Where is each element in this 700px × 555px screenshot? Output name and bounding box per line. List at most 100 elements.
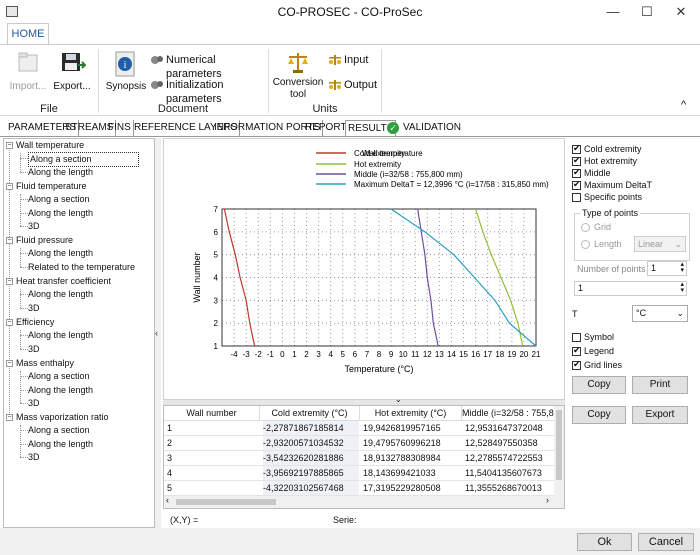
collapse-icon[interactable]: − [6,360,13,367]
tab-home[interactable]: HOME [7,23,49,45]
table-cell[interactable]: 12,9531647372048 [465,421,553,435]
tree-item-3d[interactable]: 3D [28,302,40,315]
number-of-points-input[interactable]: 1 ▴ ▾ [647,261,687,276]
ok-button[interactable]: Ok [577,533,632,551]
table-export-button[interactable]: Export [632,406,688,424]
scrollbar-thumb[interactable] [556,410,562,480]
chart-print-button[interactable]: Print [632,376,688,394]
maximum-deltat-checkbox[interactable] [572,179,581,190]
specific-points-checkbox[interactable] [572,193,581,202]
hot-extremity-checkbox[interactable] [572,155,581,166]
tree-item-along-length[interactable]: Along the length [28,207,93,220]
collapse-icon[interactable]: − [6,278,13,285]
interpolation-select[interactable]: Linear ⌄ [634,236,686,252]
results-table[interactable]: Wall number Cold extremity (°C) Hot extr… [163,405,565,509]
table-cell[interactable]: 12,528497550358 [465,436,553,450]
table-cell[interactable]: -2,93200571034532 [263,436,359,450]
column-header[interactable]: Hot extremity (°C) [360,406,462,421]
grid-lines-checkbox[interactable] [572,359,581,370]
length-radio[interactable] [581,240,590,249]
chevron-down-icon[interactable]: ⌄ [395,395,402,404]
row-number-cell[interactable]: 5 [167,481,259,495]
middle-checkbox[interactable] [572,167,581,178]
tree-item-along-section[interactable]: Along a section [28,424,90,437]
scrollbar-thumb[interactable] [176,499,276,505]
table-cell[interactable]: 17,3195229280508 [363,481,461,495]
grid-radio[interactable] [581,223,590,232]
tree-item-along-length[interactable]: Along the length [28,384,93,397]
output-units-button[interactable]: Output [328,78,378,94]
chevron-left-icon[interactable]: ‹ [155,328,158,338]
column-header[interactable]: Wall number [164,406,260,421]
tree-efficiency[interactable]: Efficiency [16,316,54,329]
collapse-icon[interactable]: − [6,319,13,326]
tree-fluid-temperature[interactable]: Fluid temperature [16,180,87,193]
collapse-ribbon-button[interactable]: ^ [681,99,686,111]
chart-copy-button[interactable]: Copy [572,376,626,394]
row-number-cell[interactable]: 3 [167,451,259,465]
table-vertical-scrollbar[interactable] [554,406,564,496]
tab-validation[interactable]: VALIDATION [401,120,463,136]
tree-item-along-length[interactable]: Along the length [28,288,93,301]
spinner-icon[interactable]: ▴ ▾ [680,281,684,294]
row-number-cell[interactable]: 4 [167,466,259,480]
tree-fluid-pressure[interactable]: Fluid pressure [16,234,73,247]
input-units-button[interactable]: Input [328,53,378,69]
maximize-button[interactable]: ☐ [632,3,662,21]
tab-fins[interactable]: FINS [106,120,134,136]
table-cell[interactable]: -3,95692197885865 [263,466,359,480]
tree-item-along-length[interactable]: Along the length [28,438,93,451]
tree-item-3d[interactable]: 3D [28,451,40,464]
cold-extremity-checkbox[interactable] [572,143,581,154]
table-copy-button[interactable]: Copy [572,406,626,424]
table-cell[interactable]: -2,27871867185814 [263,421,359,435]
table-cell[interactable]: 18,143699421033 [363,466,461,480]
table-cell[interactable]: 19,9426819957165 [363,421,461,435]
point-value-input[interactable]: 1 ▴ ▾ [574,281,687,296]
synopsis-button[interactable]: i Synopsis [104,49,148,101]
spinner-icon[interactable]: ▴ ▾ [680,261,684,274]
symbol-checkbox[interactable] [572,333,581,342]
table-cell[interactable]: -4,32203102567468 [263,481,359,495]
cancel-button[interactable]: Cancel [638,533,694,551]
tree-mass-enthalpy[interactable]: Mass enthalpy [16,357,74,370]
row-number-cell[interactable]: 2 [167,436,259,450]
table-cell[interactable]: -3,54232620281886 [263,451,359,465]
table-cell[interactable]: 18,9132788308984 [363,451,461,465]
tree-item-3d[interactable]: 3D [28,397,40,410]
splitter[interactable]: ‹ [155,138,161,528]
temperature-unit-select[interactable]: °C ⌄ [632,305,688,322]
scroll-left-icon[interactable]: ‹ [166,495,169,505]
table-cell[interactable]: 11,3555268670013 [465,481,553,495]
tree-item-3d[interactable]: 3D [28,220,40,233]
column-header[interactable]: Middle (i=32/58 : 755,80 [462,406,554,421]
scroll-right-icon[interactable]: › [546,495,549,505]
initialization-parameters-button[interactable]: Initialization parameters [150,78,268,105]
collapse-icon[interactable]: − [6,237,13,244]
table-cell[interactable]: 12,2785574722553 [465,451,553,465]
tree-item-along-length[interactable]: Along the length [28,166,93,179]
table-cell[interactable]: 11,5404135607673 [465,466,553,480]
conversion-tool-button[interactable]: Conversion tool [272,49,324,101]
column-header[interactable]: Cold extremity (°C) [260,406,360,421]
table-cell[interactable]: 19,4795760996218 [363,436,461,450]
tree-mass-vaporization-ratio[interactable]: Mass vaporization ratio [16,411,109,424]
collapse-icon[interactable]: − [6,183,13,190]
collapse-icon[interactable]: − [6,142,13,149]
table-horizontal-scrollbar[interactable]: ‹ › [164,495,564,508]
tree-item-along-section[interactable]: Along a section [28,193,90,206]
close-button[interactable]: ✕ [666,3,696,21]
numerical-parameters-button[interactable]: Numerical parameters [150,53,262,80]
minimize-button[interactable]: — [598,3,628,21]
tree-item-3d[interactable]: 3D [28,343,40,356]
results-tree[interactable]: − Wall temperature Along a section Along… [3,138,155,528]
row-number-cell[interactable]: 1 [167,421,259,435]
tree-heat-transfer-coefficient[interactable]: Heat transfer coefficient [16,275,111,288]
tree-wall-temperature[interactable]: Wall temperature [16,139,84,152]
collapse-icon[interactable]: − [6,414,13,421]
tree-item-along-section[interactable]: Along a section [28,152,139,167]
tree-item-along-section[interactable]: Along a section [28,370,90,383]
legend-checkbox[interactable] [572,345,581,356]
tree-item-related-temperature[interactable]: Related to the temperature [28,261,135,274]
tree-item-along-length[interactable]: Along the length [28,329,93,342]
